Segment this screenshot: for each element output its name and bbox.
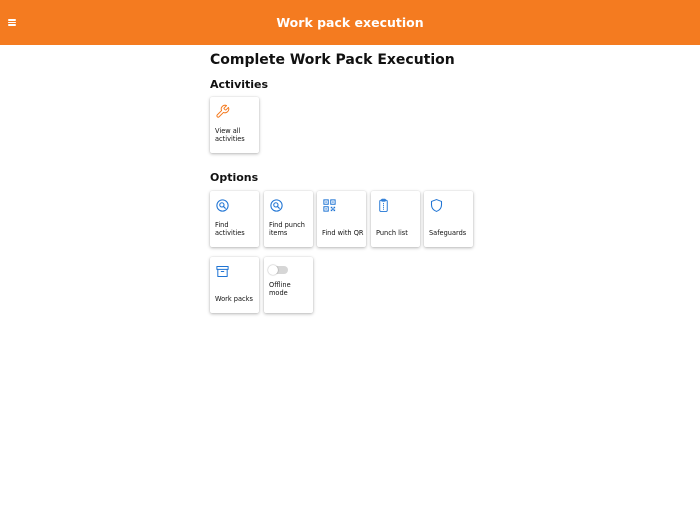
archive-box-icon — [215, 264, 230, 279]
work-packs-tile[interactable]: Work packs — [210, 257, 259, 313]
page-title: Complete Work Pack Execution — [210, 52, 455, 68]
search-icon — [215, 198, 230, 213]
offline-mode-tile[interactable]: Offline mode — [264, 257, 313, 313]
qr-code-icon — [322, 198, 337, 213]
tile-label: Offline mode — [269, 281, 291, 297]
wrench-icon — [215, 104, 230, 119]
toggle-knob — [268, 265, 278, 275]
activities-section-title: Activities — [210, 78, 269, 91]
shield-icon — [429, 198, 444, 213]
header-title: Work pack execution — [276, 15, 424, 30]
punch-list-tile[interactable]: Punch list — [371, 191, 420, 247]
view-all-activities-tile[interactable]: View all activities — [210, 97, 259, 153]
tile-label: Find punch items — [269, 221, 305, 237]
tile-label: Punch list — [376, 228, 408, 237]
find-activities-tile[interactable]: Find activities — [210, 191, 259, 247]
find-with-qr-tile[interactable]: Find with QR — [317, 191, 366, 247]
app-header: Work pack execution — [0, 0, 700, 45]
tile-label: Work packs — [215, 294, 253, 303]
clipboard-icon — [376, 198, 391, 213]
tile-label: Safeguards — [429, 228, 467, 237]
tile-label: Find with QR — [322, 228, 364, 237]
tile-label: View all activities — [215, 127, 245, 143]
find-punch-items-tile[interactable]: Find punch items — [264, 191, 313, 247]
options-section-title: Options — [210, 171, 259, 184]
tile-label: Find activities — [215, 221, 245, 237]
search-icon — [269, 198, 284, 213]
safeguards-tile[interactable]: Safeguards — [424, 191, 473, 247]
offline-mode-toggle[interactable] — [268, 265, 288, 275]
